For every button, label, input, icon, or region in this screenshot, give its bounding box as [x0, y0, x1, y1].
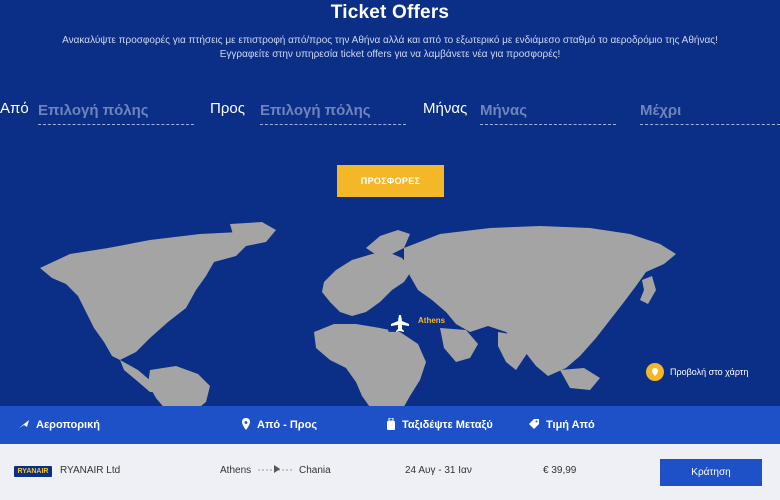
price-from: € 39,99 — [543, 465, 577, 476]
column-airline: Αεροπορική — [18, 418, 100, 433]
athens-marker-label: Athens — [418, 316, 446, 325]
offers-button[interactable]: ΠΡΟΣΦΟΡΕΣ — [337, 165, 444, 197]
luggage-icon — [386, 417, 396, 433]
month-label: Μήνας — [423, 100, 468, 117]
to-label: Προς — [210, 100, 245, 117]
book-button[interactable]: Κράτηση — [660, 459, 762, 486]
column-dates-label: Ταξιδέψτε Μεταξύ — [402, 419, 493, 431]
table-row: RYANAIR RYANAIR Ltd Athens Chania 24 Αυγ… — [0, 444, 780, 500]
route-arrow-icon — [258, 463, 294, 478]
airline-name: RYANAIR Ltd — [60, 465, 121, 476]
world-map[interactable] — [0, 220, 780, 410]
ticket-offers-page: Ticket Offers Ανακαλύψτε προσφορές για π… — [0, 0, 780, 500]
location-pin-icon — [241, 417, 251, 433]
world-map-landmass — [40, 222, 676, 410]
column-price-label: Τιμή Από — [546, 419, 595, 431]
location-pin-icon — [646, 363, 664, 381]
price-tag-icon — [528, 418, 540, 433]
view-on-map-link[interactable]: Προβολή στο χάρτη — [646, 363, 748, 381]
athens-airport-marker[interactable] — [388, 312, 412, 332]
column-dates: Ταξιδέψτε Μεταξύ — [386, 417, 493, 433]
route-to: Chania — [299, 465, 331, 476]
from-city-input[interactable] — [38, 96, 194, 125]
column-route-label: Από - Προς — [257, 419, 318, 431]
route-from: Athens — [220, 465, 252, 476]
month-input[interactable] — [480, 96, 616, 125]
to-city-input[interactable] — [260, 96, 406, 125]
from-label: Από — [0, 100, 29, 117]
page-subtitle: Ανακαλύψτε προσφορές για πτήσεις με επισ… — [62, 35, 718, 60]
offers-table-header: Αεροπορική Από - Προς Ταξιδέψτε Μεταξύ Τ… — [0, 406, 780, 444]
travel-dates: 24 Αυγ - 31 Ιαν — [405, 465, 472, 476]
page-title: Ticket Offers — [330, 2, 450, 23]
until-input[interactable] — [640, 96, 780, 125]
plane-icon — [18, 418, 30, 433]
view-on-map-label: Προβολή στο χάρτη — [670, 367, 749, 377]
ryanair-logo: RYANAIR — [14, 466, 52, 477]
column-route: Από - Προς — [241, 417, 318, 433]
column-price: Τιμή Από — [528, 418, 595, 433]
column-airline-label: Αεροπορική — [36, 419, 100, 431]
